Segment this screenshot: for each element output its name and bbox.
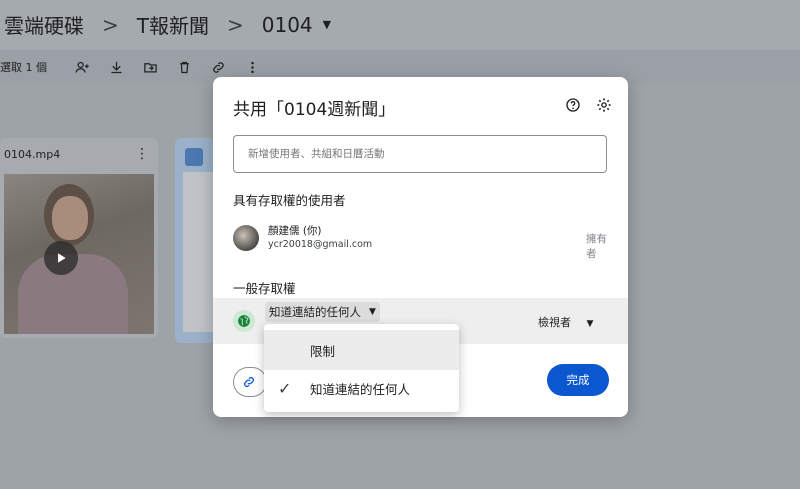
doc-file-card[interactable] (175, 138, 215, 343)
video-file-card[interactable]: 0104.mp4 ⋮ (0, 138, 158, 338)
menu-item-label: 知道連結的任何人 (310, 381, 411, 397)
menu-item-label: 限制 (310, 343, 336, 359)
top-bar: 雲端硬碟 > T報新聞 > 0104 ▼ (0, 0, 800, 50)
gear-icon[interactable] (596, 97, 612, 113)
avatar (233, 225, 259, 251)
role-dropdown[interactable]: 檢視者 ▼ (538, 314, 593, 330)
video-thumbnail[interactable] (4, 174, 154, 334)
user-row: 顏建儒 (你) ycr20018@gmail.com 擁有者 (233, 223, 607, 260)
breadcrumb-separator: > (226, 12, 244, 37)
doc-thumbnail (183, 172, 215, 332)
role-value: 檢視者 (538, 316, 571, 329)
add-people-input[interactable] (233, 135, 607, 173)
link-icon (244, 377, 254, 387)
docs-icon (185, 148, 203, 166)
help-icon[interactable] (565, 97, 581, 113)
caret-down-icon: ▼ (369, 307, 376, 317)
general-access-heading: 一般存取權 (233, 281, 296, 296)
done-button[interactable]: 完成 (547, 364, 609, 396)
user-name: 顏建儒 (你) (268, 225, 322, 237)
caret-down-icon[interactable]: ▼ (323, 18, 331, 31)
play-icon[interactable] (44, 241, 78, 275)
check-icon: ✓ (278, 378, 292, 398)
user-role: 擁有者 (586, 233, 607, 260)
more-vert-icon[interactable]: ⋮ (135, 146, 149, 162)
trash-icon[interactable] (175, 58, 193, 76)
thumbnail-face (52, 196, 88, 240)
general-access-dropdown[interactable]: 知道連結的任何人 ▼ (265, 302, 380, 322)
breadcrumb: 雲端硬碟 > T報新聞 > 0104 ▼ (0, 10, 331, 39)
breadcrumb-folder[interactable]: T報新聞 (133, 10, 213, 39)
access-menu: 限制 ✓ 知道連結的任何人 (264, 324, 459, 412)
breadcrumb-drive[interactable]: 雲端硬碟 (0, 10, 88, 39)
menu-item-restricted[interactable]: 限制 (264, 330, 459, 370)
add-person-icon[interactable] (73, 58, 91, 76)
access-value: 知道連結的任何人 (269, 305, 361, 319)
caret-down-icon: ▼ (586, 319, 594, 329)
globe-icon (233, 310, 255, 332)
user-email: ycr20018@gmail.com (268, 239, 373, 250)
menu-item-anyone-with-link[interactable]: ✓ 知道連結的任何人 (264, 368, 459, 408)
breadcrumb-separator: > (102, 12, 119, 37)
move-to-folder-icon[interactable] (141, 58, 159, 76)
copy-link-button[interactable] (233, 367, 267, 397)
people-heading: 具有存取權的使用者 (233, 193, 346, 208)
selection-count: 選取 1 個 (0, 61, 47, 74)
link-icon[interactable] (209, 58, 227, 76)
file-title: 0104.mp4 (4, 148, 61, 161)
more-vert-icon[interactable] (243, 58, 261, 76)
breadcrumb-current[interactable]: 0104 (258, 13, 317, 37)
download-icon[interactable] (107, 58, 125, 76)
dialog-title: 共用「0104週新聞」 (233, 100, 396, 120)
